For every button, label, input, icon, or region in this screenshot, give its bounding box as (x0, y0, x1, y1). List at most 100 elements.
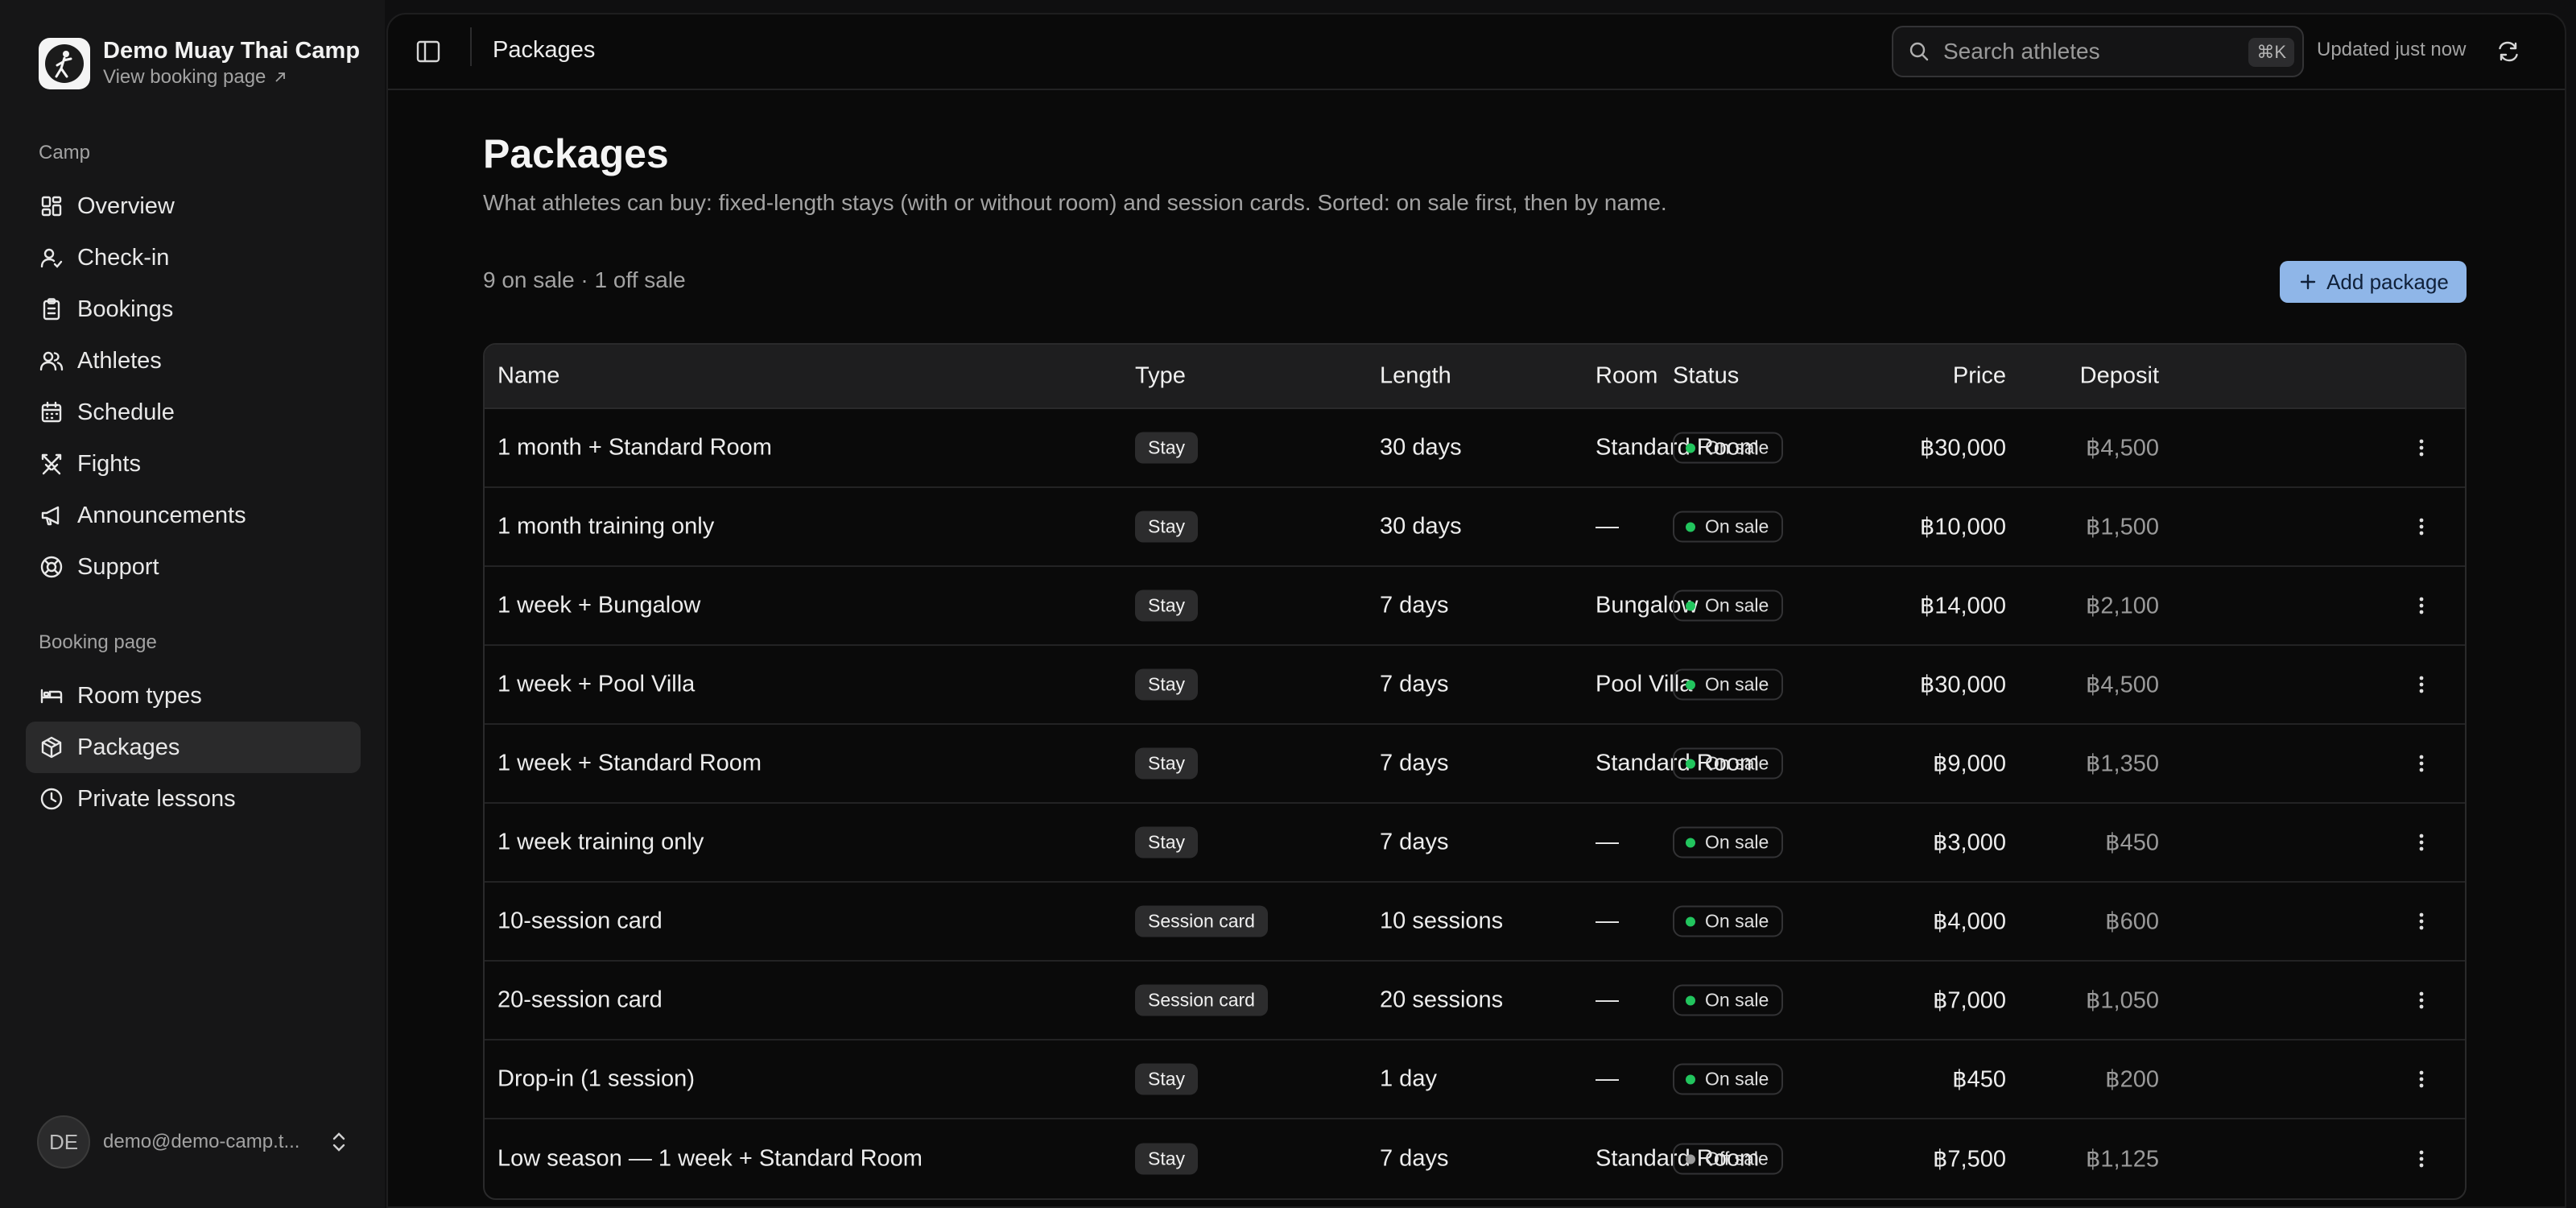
sidebar-item-room-types[interactable]: Room types (26, 670, 361, 722)
more-vertical-icon[interactable] (2409, 1066, 2434, 1092)
column-header-price[interactable]: Price (1953, 363, 2006, 390)
more-vertical-icon[interactable] (2409, 987, 2434, 1013)
swords-icon (41, 453, 62, 475)
more-vertical-icon[interactable] (2409, 435, 2434, 461)
view-booking-page-label: View booking page (103, 66, 266, 88)
table-row[interactable]: 10-session card Session card 10 sessions — ฿… (485, 883, 2465, 962)
package-price: ฿30,000 (1919, 435, 2006, 461)
status-label: On sale (1705, 989, 1769, 1011)
brand[interactable]: Demo Muay Thai Camp View booking page (39, 37, 360, 90)
table-row[interactable]: 1 month training only Stay 30 days — ฿10,000… (485, 488, 2465, 567)
sidebar-item-announcements[interactable]: Announcements (26, 490, 361, 541)
more-vertical-icon[interactable] (2409, 829, 2434, 855)
package-deposit: ฿2,100 (2085, 593, 2159, 619)
package-room: — (1596, 829, 1619, 855)
package-status: On sale (1673, 1063, 1784, 1095)
package-deposit: ฿4,500 (2085, 435, 2159, 461)
view-booking-page-link[interactable]: View booking page (103, 64, 360, 90)
user-email: demo@demo-camp.t... (103, 1131, 300, 1152)
package-counts: 9 on sale · 1 off sale (483, 267, 686, 292)
column-header-deposit[interactable]: Deposit (2080, 363, 2159, 390)
column-header-room[interactable]: Room (1596, 363, 1657, 390)
package-type: Stay (1135, 747, 1199, 780)
package-name: 10-session card (497, 908, 663, 934)
avatar: DE (37, 1115, 90, 1169)
bed-icon (40, 689, 63, 704)
sidebar-item-support[interactable]: Support (26, 541, 361, 593)
user-check-icon (40, 248, 63, 268)
user-menu[interactable]: DE demo@demo-camp.t... (37, 1115, 351, 1169)
status-label: On sale (1705, 594, 1769, 616)
add-package-button[interactable]: Add package (2280, 261, 2467, 303)
status-badge: Off sale (1673, 1143, 1783, 1175)
sidebar-item-label: Announcements (77, 502, 246, 528)
package-deposit: ฿1,350 (2085, 751, 2159, 777)
sidebar-item-label: Fights (77, 450, 141, 477)
package-price: ฿7,000 (1932, 987, 2006, 1014)
status-label: On sale (1705, 831, 1769, 853)
package-price: ฿9,000 (1932, 751, 2006, 777)
topbar: Packages ⌘K Updated just now (388, 14, 2565, 90)
type-badge: Stay (1135, 668, 1199, 701)
table-row[interactable]: 1 week training only Stay 7 days — ฿3,000 ฿45… (485, 804, 2465, 883)
search-input[interactable] (1943, 39, 2233, 64)
package-length: 30 days (1380, 434, 1462, 461)
package-status: On sale (1673, 747, 1784, 780)
table-row[interactable]: Low season — 1 week + Standard Room Stay 7… (485, 1119, 2465, 1198)
package-type: Stay (1135, 590, 1199, 622)
users-icon (39, 351, 64, 371)
package-deposit: ฿200 (2105, 1066, 2159, 1093)
package-name: 1 week + Bungalow (497, 592, 701, 618)
more-vertical-icon[interactable] (2409, 593, 2434, 618)
package-status: On sale (1673, 668, 1784, 701)
more-vertical-icon[interactable] (2409, 751, 2434, 776)
sidebar-toggle-icon[interactable] (414, 37, 443, 66)
package-deposit: ฿1,125 (2085, 1146, 2159, 1173)
sidebar-item-overview[interactable]: Overview (26, 180, 361, 232)
table-row[interactable]: Drop-in (1 session) Stay 1 day — ฿450 ฿200 On … (485, 1040, 2465, 1119)
sidebar-item-check-in[interactable]: Check-in (26, 232, 361, 283)
lifebuoy-icon (40, 556, 63, 578)
refresh-icon[interactable] (2494, 37, 2523, 66)
table-row[interactable]: 1 week + Pool Villa Stay 7 days Pool Villa ฿… (485, 646, 2465, 725)
package-name: 1 week training only (497, 829, 704, 855)
package-room: — (1596, 513, 1619, 540)
table-row[interactable]: 20-session card Session card 20 sessions — ฿… (485, 962, 2465, 1040)
column-header-type[interactable]: Type (1135, 363, 1186, 390)
more-vertical-icon[interactable] (2409, 1146, 2434, 1172)
sidebar-item-schedule[interactable]: Schedule (26, 387, 361, 438)
camp-name: Demo Muay Thai Camp (103, 38, 361, 64)
status-badge: On sale (1673, 668, 1784, 701)
package-length: 10 sessions (1380, 908, 1504, 934)
package-status: On sale (1673, 905, 1784, 937)
table-row[interactable]: 1 week + Bungalow Stay 7 days Bungalow ฿14,0… (485, 567, 2465, 646)
sidebar-item-athletes[interactable]: Athletes (26, 335, 361, 387)
column-header-status[interactable]: Status (1673, 363, 1739, 390)
sidebar-item-private-lessons[interactable]: Private lessons (26, 773, 361, 825)
sidebar-item-fights[interactable]: Fights (26, 438, 361, 490)
sidebar-item-label: Athletes (77, 347, 162, 374)
package-price: ฿3,000 (1932, 829, 2006, 856)
status-badge: On sale (1673, 747, 1784, 780)
main-panel: Packages ⌘K Updated just now Packages Wh… (386, 13, 2566, 1208)
column-header-name[interactable]: Name (497, 363, 559, 390)
sidebar-item-packages[interactable]: Packages (26, 722, 361, 773)
search-box[interactable]: ⌘K (1892, 26, 2304, 77)
package-status: Off sale (1673, 1143, 1783, 1175)
table-row[interactable]: 1 week + Standard Room Stay 7 days Standard… (485, 725, 2465, 804)
more-vertical-icon[interactable] (2409, 908, 2434, 934)
sidebar-item-bookings[interactable]: Bookings (26, 283, 361, 335)
package-name: 1 week + Pool Villa (497, 671, 696, 697)
megaphone-icon (41, 506, 60, 526)
column-header-length[interactable]: Length (1380, 363, 1451, 390)
package-type: Session card (1135, 984, 1268, 1016)
clipboard-icon (43, 298, 60, 321)
dashboard-icon (41, 196, 62, 217)
sidebar-item-label: Packages (77, 734, 180, 760)
package-status: On sale (1673, 826, 1784, 858)
more-vertical-icon[interactable] (2409, 514, 2434, 540)
table-row[interactable]: 1 month + Standard Room Stay 30 days Standa… (485, 409, 2465, 488)
add-package-label: Add package (2326, 269, 2449, 294)
package-deposit: ฿600 (2105, 908, 2159, 935)
more-vertical-icon[interactable] (2409, 672, 2434, 697)
